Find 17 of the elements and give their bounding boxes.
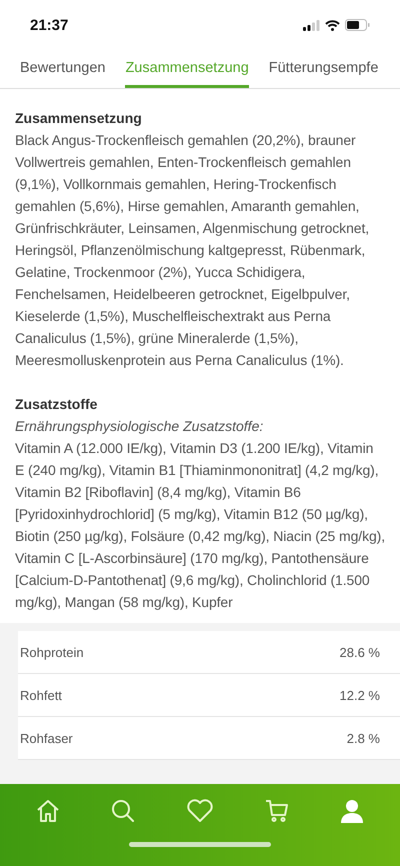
section-heading: Zusammensetzung bbox=[15, 109, 143, 128]
wifi-icon bbox=[325, 20, 340, 30]
table-cell: 2.8 % bbox=[346, 730, 380, 746]
table-cell: 12.2 % bbox=[340, 688, 380, 702]
status-time: 21:37 bbox=[30, 16, 68, 34]
battery-icon bbox=[345, 19, 370, 31]
table-cell: Rohfett bbox=[20, 688, 62, 702]
composition-text: Black Angus-Trockenfleisch gemahlen (20,2%), brauner Vollwertreis gemahlen, Enten-Trockenfleisch gemahlen (9,1%), Vollkornmais gemahlen, Hering-Trockenfisch gemahlen (5,6%), Hirse gemahlen, Amaranth gemahlen, Grünfrischkräuter, Leinsamen, Algenmischung getrocknet, Heringsöl, Pflanzenölmischung kaltgepresst, Rübenmark, Gelatine, Trockenmoor (2%), Yucca Schidigera, Fenchelsamen, Heidelbeeren getrocknet, Eigelbpulver, Kieselerde (1,5%), Muschelfleischextrakt aus Perna Canaliculus (1,5%), grüne Mineralerde (1,5%), Meeresmolluskenprotein aus Perna Canaliculus (1%). bbox=[15, 131, 370, 370]
table-cell: Rohfaser bbox=[20, 730, 73, 746]
table-cell: 28.6 % bbox=[340, 644, 380, 660]
table-cell: Rohprotein bbox=[20, 644, 84, 660]
additives-text: Vitamin A (12.000 IE/kg), Vitamin D3 (1.200 IE/kg), Vitamin E (240 mg/kg), Vitamin B1 [Thiaminmononitrat] (4,2 mg/kg), Vitamin B2 [Riboflavin] (8,4 mg/kg), Vitamin B6 [Pyridoxinhydrochlorid] (5 mg/kg), Vitamin B12 (50 µg/kg), Biotin (250 µg/kg), Folsäure (0,42 mg/kg), Niacin (25 mg/kg), Vitamin C [L-Ascorbinsäure] (170 mg/kg), Pantothensäure [Calcium-D-Pantothenat] (9,6 mg/kg), Cholinchlorid (1.500 mg/kg), Mangan (58 mg/kg), Kupfer bbox=[15, 439, 385, 612]
tab[interactable]: Bewertungen bbox=[20, 50, 106, 88]
signal-icon bbox=[303, 20, 320, 30]
tab[interactable]: Fütterungsempfe bbox=[268, 50, 378, 88]
additives-subtitle: Ernährungsphysiologische Zusatzstoffe: bbox=[15, 417, 264, 436]
section-heading: Zusatzstoffe bbox=[15, 395, 98, 414]
